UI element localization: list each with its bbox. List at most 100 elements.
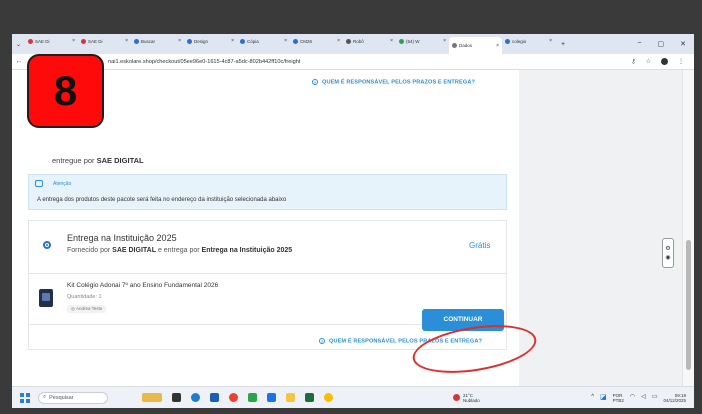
tab-close-icon[interactable]: × — [231, 38, 234, 44]
tab-favicon-icon — [81, 38, 87, 44]
taskbar-apps — [142, 393, 333, 402]
page-scrollbar[interactable] — [682, 70, 694, 386]
browser-tab[interactable]: SAE Di × — [78, 34, 131, 48]
product-quantity: Quantidade: 1 — [67, 294, 102, 300]
gear-icon[interactable]: ⚙ — [665, 245, 670, 252]
browser-tab[interactable]: Design × — [184, 34, 237, 48]
tab-close-icon[interactable]: × — [178, 38, 181, 44]
tab-label: Cópia — [247, 38, 259, 44]
browser-tab[interactable]: SAE Di × — [25, 34, 78, 48]
weather-widget[interactable]: 21°C Nublado — [453, 393, 480, 403]
tab-label: CM26 — [300, 38, 313, 44]
delivery-option-radio[interactable] — [43, 241, 51, 249]
tab-close-icon[interactable]: × — [549, 38, 552, 44]
tab-label: Dados — [459, 43, 473, 48]
windows-start-icon[interactable] — [20, 392, 30, 403]
profile-avatar[interactable] — [661, 58, 668, 65]
tab-label: Design — [194, 38, 209, 44]
weather-alert-icon — [453, 394, 460, 401]
tab-close-icon[interactable]: × — [443, 38, 446, 44]
product-thumbnail — [39, 289, 53, 307]
address-bar-actions: ⚷ ☆ ⋮ — [631, 58, 694, 65]
scrollbar-thumb[interactable] — [686, 240, 691, 370]
page-viewport: ? QUEM É RESPONSÁVEL PELOS PRAZOS E ENTRE… — [12, 70, 694, 386]
screenshot-frame: ⌄ SAE Di × SAE Di × Buscar × Design × Cópia × CM26… — [0, 0, 702, 414]
student-tag: ◎ Andrea Teste — [67, 305, 107, 313]
bookmark-star-icon[interactable]: ☆ — [646, 58, 651, 65]
task-view-icon[interactable] — [172, 393, 181, 402]
address-bar: ← nai1.eskolare.shop/checkout/05ee96e0-1… — [12, 54, 694, 70]
tab-favicon-icon — [187, 38, 193, 44]
tab-favicon-icon — [293, 38, 299, 44]
product-name: Kit Colégio Adonai 7º ano Ensino Fundame… — [67, 282, 219, 289]
back-button[interactable]: ← — [12, 58, 26, 65]
tab-close-icon[interactable]: × — [390, 38, 393, 44]
url-field[interactable]: nai1.eskolare.shop/checkout/05ee96e0-161… — [108, 59, 300, 65]
divider — [29, 273, 506, 274]
tab-close-icon[interactable]: × — [125, 38, 128, 44]
step-number-badge: 8 — [27, 54, 104, 128]
minimize-button[interactable]: − — [637, 40, 641, 48]
truck-icon — [35, 180, 43, 187]
chrome-icon[interactable] — [229, 393, 238, 402]
attention-alert: Atenção A entrega dos produtos deste pac… — [28, 174, 507, 210]
browser-window: ⌄ SAE Di × SAE Di × Buscar × Design × Cópia × CM26… — [12, 34, 694, 408]
language-indicator[interactable]: POR PTB2 — [613, 393, 624, 403]
tab-label: SAE Di — [88, 38, 103, 44]
tab-favicon-icon — [134, 38, 140, 44]
side-panel-widget[interactable]: ⚙ ◉ — [662, 238, 674, 268]
browser-tab[interactable]: CM26 × — [290, 34, 343, 48]
tabs: SAE Di × SAE Di × Buscar × Design × Cópia × CM26 × R… — [25, 34, 555, 54]
mail-icon[interactable] — [248, 393, 257, 402]
tab-close-icon[interactable]: × — [72, 38, 75, 44]
delivery-responsibility-link[interactable]: ? QUEM É RESPONSÁVEL PELOS PRAZOS E ENTRE… — [312, 79, 475, 85]
wifi-icon[interactable]: ◠ — [630, 394, 635, 400]
taskbar-search-input[interactable]: ⌕ Pesquisar — [38, 391, 108, 404]
help-icon: ? — [319, 338, 325, 344]
browser-tab[interactable]: Cópia × — [237, 34, 290, 48]
browser-tab[interactable]: Dados × — [449, 37, 503, 54]
target-icon[interactable]: ◉ — [665, 254, 670, 261]
app-icon[interactable] — [305, 393, 314, 402]
close-window-button[interactable]: ✕ — [680, 40, 686, 48]
alert-text: A entrega dos produtos deste pacote será… — [37, 197, 287, 203]
system-tray: ^ ◪ POR PTB2 ◠ ◁ ▭ 09:19 04/12/2025 — [591, 393, 694, 403]
key-icon[interactable]: ⚷ — [631, 58, 635, 65]
store-icon[interactable] — [210, 393, 219, 402]
folder-icon[interactable] — [286, 393, 295, 402]
tab-favicon-icon — [452, 43, 458, 48]
tab-label: colegio — [512, 38, 527, 44]
tab-favicon-icon — [240, 38, 246, 44]
chevron-up-icon[interactable]: ^ — [591, 394, 594, 400]
clock[interactable]: 09:19 04/12/2025 — [663, 393, 686, 403]
tab-close-icon[interactable]: × — [496, 43, 499, 49]
tab-label: (54) W — [406, 38, 420, 44]
delivery-option-title[interactable]: Entrega na Instituição 2025 — [67, 233, 177, 243]
tab-close-icon[interactable]: × — [337, 38, 340, 44]
app-tray-icon[interactable]: ◪ — [600, 394, 607, 401]
search-icon: ⌕ — [43, 394, 47, 400]
menu-dots-icon[interactable]: ⋮ — [678, 58, 684, 65]
volume-icon[interactable]: ◁ — [641, 394, 646, 400]
tab-close-icon[interactable]: × — [284, 38, 287, 44]
landscape-widget-icon[interactable] — [142, 393, 162, 402]
new-tab-button[interactable]: + — [555, 41, 571, 48]
browser-tab[interactable]: Buscar × — [131, 34, 184, 48]
battery-icon[interactable]: ▭ — [652, 394, 658, 400]
browser-tab[interactable]: colegio × — [502, 34, 555, 48]
alert-title: Atenção — [53, 181, 72, 187]
window-controls: − ▢ ✕ — [637, 40, 694, 48]
browser-tab[interactable]: (54) W × — [396, 34, 449, 48]
calendar-icon[interactable] — [267, 393, 276, 402]
browser-tab[interactable]: Robô × — [343, 34, 396, 48]
windows-taskbar: ⌕ Pesquisar 21°C Nublado ^ ◪ POR PTB2 ◠ ◁ … — [12, 386, 694, 408]
edge-icon[interactable] — [191, 393, 200, 402]
delivery-option-description: Fornecido por SAE DIGITAL e entrega por … — [67, 247, 293, 254]
tab-list-chevron-icon[interactable]: ⌄ — [12, 41, 25, 48]
tab-favicon-icon — [346, 38, 352, 44]
delivery-price: Grátis — [469, 241, 491, 250]
chrome-alt-icon[interactable] — [324, 393, 333, 402]
tab-favicon-icon — [505, 38, 511, 44]
tab-favicon-icon — [28, 38, 34, 44]
restore-button[interactable]: ▢ — [658, 40, 665, 48]
